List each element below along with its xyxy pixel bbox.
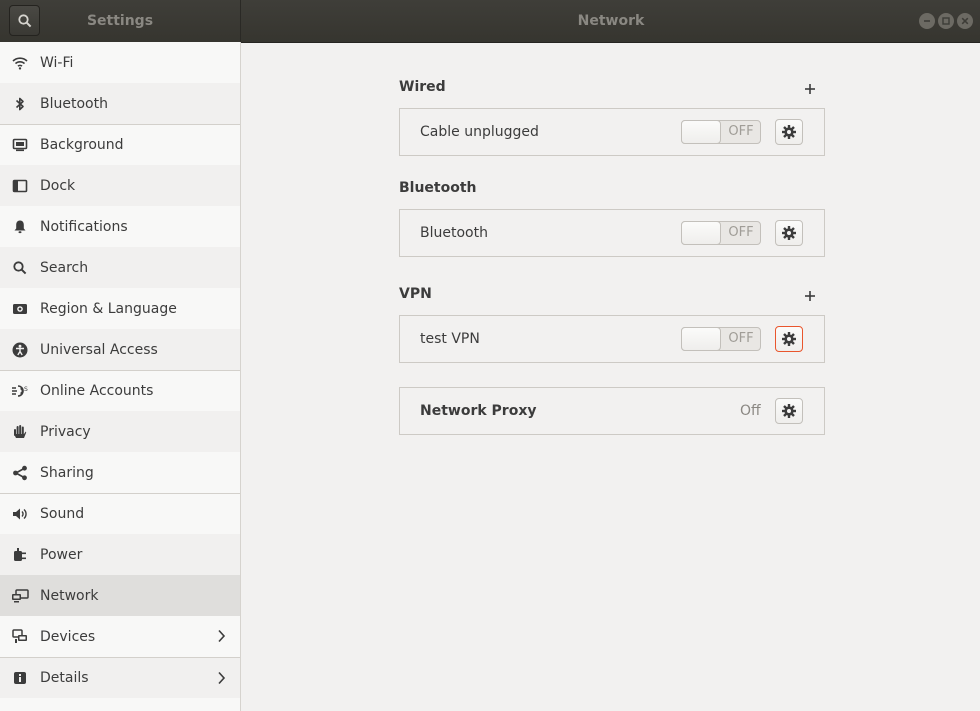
toggle-knob (681, 327, 721, 351)
bluetooth-connection-label: Bluetooth (420, 225, 488, 241)
add-wired-button[interactable] (803, 81, 817, 95)
network-proxy-row[interactable]: Network Proxy Off (399, 387, 825, 435)
sidebar-item-dock[interactable]: Dock (0, 165, 240, 206)
info-icon (11, 669, 29, 687)
sidebar-item-label: Network (40, 587, 99, 604)
window-controls (919, 13, 973, 29)
bell-icon (11, 218, 29, 236)
wired-connection-row: Cable unplugged OFF (399, 108, 825, 156)
sidebar-item-sound[interactable]: Sound (0, 493, 240, 534)
maximize-icon (942, 17, 950, 25)
sidebar-item-notifications[interactable]: Notifications (0, 206, 240, 247)
chevron-right-icon (217, 671, 226, 689)
gear-icon (782, 226, 796, 240)
toggle-state-label: OFF (728, 124, 754, 139)
network-proxy-status: Off (740, 403, 761, 419)
header-bar: Settings Network (0, 0, 980, 43)
sidebar-item-label: Details (40, 670, 89, 686)
close-icon (961, 17, 969, 25)
vpn-toggle[interactable]: OFF (681, 327, 761, 351)
sidebar: Wi-Fi Bluetooth Background Dock Notifica… (0, 42, 241, 711)
toggle-knob (681, 120, 721, 144)
chevron-right-icon (217, 629, 226, 647)
sidebar-item-devices[interactable]: Devices (0, 616, 240, 657)
sidebar-item-privacy[interactable]: Privacy (0, 411, 240, 452)
sidebar-item-search[interactable]: Search (0, 247, 240, 288)
wired-toggle[interactable]: OFF (681, 120, 761, 144)
bluetooth-icon (11, 95, 29, 113)
online-accounts-icon: S (11, 382, 29, 400)
close-button[interactable] (957, 13, 973, 29)
sidebar-item-region-language[interactable]: Region & Language (0, 288, 240, 329)
minimize-icon (924, 20, 930, 22)
sidebar-item-details[interactable]: Details (0, 657, 240, 698)
minimize-button[interactable] (919, 13, 935, 29)
sidebar-item-label: Privacy (40, 423, 91, 440)
sidebar-item-label: Devices (40, 628, 96, 645)
toggle-state-label: OFF (728, 331, 754, 346)
speaker-icon (11, 505, 29, 523)
sidebar-item-background[interactable]: Background (0, 124, 240, 165)
plus-icon (805, 291, 815, 301)
sidebar-item-universal-access[interactable]: Universal Access (0, 329, 240, 370)
search-button[interactable] (9, 5, 40, 36)
sidebar-item-label: Universal Access (40, 341, 158, 358)
wifi-icon (11, 54, 29, 72)
hand-icon (11, 423, 29, 441)
power-plug-icon (11, 546, 29, 564)
vpn-settings-button[interactable] (775, 326, 803, 352)
wired-connection-label: Cable unplugged (420, 124, 539, 140)
sidebar-item-label: Notifications (40, 218, 128, 235)
dock-icon (11, 177, 29, 195)
sidebar-item-label: Sharing (40, 464, 94, 481)
vpn-connection-label: test VPN (420, 331, 480, 347)
wired-section-title: Wired (399, 79, 446, 95)
bluetooth-connection-row: Bluetooth OFF (399, 209, 825, 257)
add-vpn-button[interactable] (803, 288, 817, 302)
svg-text:S: S (24, 386, 28, 393)
sidebar-item-wifi[interactable]: Wi-Fi (0, 42, 240, 83)
bluetooth-section-title: Bluetooth (399, 180, 477, 196)
toggle-knob (681, 221, 721, 245)
bluetooth-settings-button[interactable] (775, 220, 803, 246)
gear-icon (782, 404, 796, 418)
devices-icon (11, 628, 29, 646)
sidebar-item-online-accounts[interactable]: S Online Accounts (0, 370, 240, 411)
network-icon (11, 587, 29, 605)
sidebar-item-label: Online Accounts (40, 383, 154, 399)
maximize-button[interactable] (938, 13, 954, 29)
sidebar-item-bluetooth[interactable]: Bluetooth (0, 83, 240, 124)
sidebar-item-label: Wi-Fi (40, 54, 74, 71)
search-icon (11, 259, 29, 277)
gear-icon (782, 125, 796, 139)
sidebar-item-label: Power (40, 546, 83, 563)
bluetooth-toggle[interactable]: OFF (681, 221, 761, 245)
sidebar-item-power[interactable]: Power (0, 534, 240, 575)
plus-icon (805, 84, 815, 94)
sidebar-item-label: Sound (40, 506, 85, 522)
sidebar-item-label: Dock (40, 177, 76, 194)
wired-settings-button[interactable] (775, 119, 803, 145)
sidebar-item-network[interactable]: Network (0, 575, 240, 616)
share-icon (11, 464, 29, 482)
gear-icon (782, 332, 796, 346)
background-icon (11, 136, 29, 154)
sidebar-item-label: Search (40, 259, 89, 276)
network-proxy-label: Network Proxy (420, 403, 537, 419)
toggle-state-label: OFF (728, 225, 754, 240)
vpn-section-title: VPN (399, 286, 432, 302)
proxy-settings-button[interactable] (775, 398, 803, 424)
search-icon (17, 13, 31, 27)
sidebar-item-label: Region & Language (40, 300, 177, 317)
vpn-connection-row: test VPN OFF (399, 315, 825, 363)
page-title: Network (577, 13, 645, 29)
sidebar-title: Settings (86, 13, 154, 29)
accessibility-icon (11, 341, 29, 359)
sidebar-item-label: Background (40, 137, 124, 153)
sidebar-item-sharing[interactable]: Sharing (0, 452, 240, 493)
sidebar-item-label: Bluetooth (40, 95, 108, 112)
camera-icon (11, 300, 29, 318)
